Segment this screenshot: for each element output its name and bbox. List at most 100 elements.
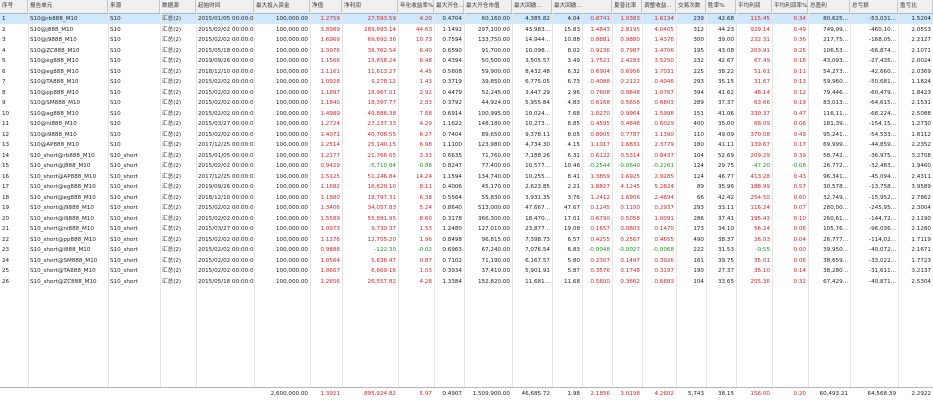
column-divider (464, 13, 465, 400)
table-row[interactable]: 7 S10@TA888_M10 S10 汇总(2) 2015/02/02 00:00:0… (0, 77, 933, 87)
table-cell: 汇总(2) (162, 89, 182, 96)
table-cell: 5,636.47 (371, 257, 396, 264)
column-header[interactable]: 最大开仓市值 (464, 0, 512, 13)
table-cell: 1.3384 (442, 278, 462, 285)
table-cell: 1.2759 (320, 16, 340, 22)
table-cell: 14 (2, 152, 10, 159)
table-cell: 286 (693, 215, 704, 222)
table-cell: 2.9285 (654, 173, 674, 180)
table-cell: 79,446... (823, 89, 848, 96)
table-cell: 3,447.29 (525, 89, 550, 96)
table-cell: 2.2352 (911, 142, 931, 148)
table-cell: S10_short@ZC888_M10 (30, 278, 97, 285)
table-cell: 91,700.00 (481, 47, 510, 54)
table-cell: 2.1071 (911, 47, 931, 54)
table-row[interactable]: 21 S10_short@ni888_M10 S10_short 汇总(2) 2015/… (0, 224, 933, 234)
table-row[interactable]: 6 S10@eg888_M10 S10 汇总(2) 2018/12/10 00:00:0… (0, 67, 933, 77)
table-row[interactable]: 10 S10@ag888_M10 S10 汇总(2) 2015/02/02 00:00:… (0, 109, 933, 119)
table-cell: 1.5204 (911, 16, 931, 22)
column-header[interactable]: 数据源 (160, 0, 196, 13)
column-header[interactable]: 年化收益率% (398, 0, 434, 13)
table-row[interactable]: 24 S10_short@SM888_M10 S10_short 汇总(2) 2015/… (0, 256, 933, 266)
table-cell: 51,246.84 (367, 173, 396, 180)
column-header[interactable]: 最大回撤... (552, 0, 612, 13)
table-cell: 2.0369 (911, 68, 931, 75)
column-header[interactable]: 总亏损 (850, 0, 898, 13)
table-row[interactable]: 4 S10@ZC888_M10 S10 汇总(2) 2015/05/18 00:00:0… (0, 46, 933, 56)
table-cell: 0.14 (793, 268, 806, 274)
column-header[interactable]: 净值 (310, 0, 342, 13)
table-cell: 10,024... (525, 110, 550, 117)
column-header[interactable]: 起始时间 (196, 0, 254, 13)
table-row[interactable]: 16 S10_short@AP888_M10 S10_short 汇总(2) 2017/… (0, 172, 933, 182)
table-cell: 0.12 (793, 89, 806, 96)
table-cell: 0.39 (793, 152, 806, 159)
column-header[interactable]: 调整收益... (642, 0, 676, 13)
column-header[interactable]: 平均利润率% (772, 0, 808, 13)
column-header[interactable]: 净利润 (342, 0, 398, 13)
table-cell: 0.32 (793, 278, 806, 285)
column-header[interactable]: 最大开仓... (434, 0, 464, 13)
table-cell: 0.5314 (620, 152, 640, 159)
table-row[interactable]: 1 S10@rb888_M10 S10 汇总(2) 2015/01/05 00:00:0… (0, 14, 933, 24)
column-header[interactable]: 夏普比率 (612, 0, 642, 13)
table-cell: 0.8741 (590, 16, 610, 22)
table-row[interactable]: 8 S10@pp888_M10 S10 汇总(2) 2015/02/02 00:00:0… (0, 88, 933, 98)
table-cell: -0.0027 (618, 247, 640, 253)
table-row[interactable]: 26 S10_short@ZC888_M10 S10_short 汇总(2) 2015/… (0, 277, 933, 287)
table-cell: -40,072... (869, 247, 896, 253)
table-cell: 18,470... (525, 215, 550, 222)
table-cell: 6.57 (567, 236, 580, 243)
table-cell: 42.67 (717, 58, 734, 64)
table-row[interactable]: 17 S10_short@eg888_M10 S10_short 汇总(2) 2019/… (0, 182, 933, 192)
column-header[interactable]: 交易次数 (676, 0, 706, 13)
table-row[interactable]: 9 S10@SM888_M10 S10 汇总(2) 2015/02/02 00:00:0… (0, 98, 933, 108)
table-row[interactable]: 14 S10_short@rb888_M10 S10_short 汇总(2) 2015/… (0, 151, 933, 161)
table-row[interactable]: 18 S10_short@eg888_M10 S10_short 汇总(2) 2018/… (0, 193, 933, 203)
table-row[interactable]: 13 S10@AP888_M10 S10 汇总(2) 2017/12/25 00:00:… (0, 140, 933, 150)
table-row[interactable]: 23 S10_short@i888_M10 S10_short 汇总(2) 2015/0… (0, 245, 933, 255)
column-header[interactable]: 报告单元 (28, 0, 108, 13)
table-cell: S10 (110, 68, 121, 75)
table-cell: 44,924.00 (481, 100, 510, 106)
table-cell: 11 (2, 121, 10, 127)
table-cell: 104 (693, 278, 704, 285)
table-row[interactable]: 2 S10@j888_M10 S10 汇总(2) 2015/02/02 00:00:00… (0, 25, 933, 35)
table-cell: 2.0553 (911, 26, 931, 33)
table-row[interactable]: 12 S10@i9888_M10 S10 汇总(2) 2015/02/02 00:00:… (0, 130, 933, 140)
table-row[interactable]: 25 S10_short@TA888_M10 S10_short 汇总(2) 2015/… (0, 266, 933, 276)
table-row[interactable]: 15 S10_short@j888_M10 S10_short 汇总(2) 2015/0… (0, 161, 933, 171)
table-cell: 100,000.00 (275, 58, 308, 64)
table-cell: 0.2937 (654, 205, 674, 211)
table-cell: 0.3197 (654, 268, 674, 274)
table-cell: 汇总(2) (162, 58, 182, 64)
table-row[interactable]: 3 S10@j9888_M10 S10 汇总(2) 2015/02/02 00:00:0… (0, 35, 933, 45)
column-header[interactable]: 来源 (108, 0, 160, 13)
column-header[interactable]: 序号 (0, 0, 28, 13)
table-row[interactable]: 5 S10@eg888_M10 S10 汇总(2) 2019/09/26 00:00:0… (0, 56, 933, 66)
column-header[interactable]: 最大投入资金 (254, 0, 310, 13)
table-cell: S10_short@j9888_M10 (30, 205, 94, 211)
table-cell: 4.45 (419, 68, 432, 75)
column-header[interactable]: 总盈利 (808, 0, 850, 13)
column-header[interactable]: 最大回撤... (512, 0, 552, 13)
column-header[interactable]: 平均利润 (736, 0, 772, 13)
table-cell: 0.6963 (442, 247, 462, 253)
table-cell: 44.23 (717, 26, 734, 33)
column-header[interactable]: 胜率% (706, 0, 736, 13)
table-cell: 293 (693, 205, 704, 211)
table-row[interactable]: 20 S10_short@i9888_M10 S10_short 汇总(2) 2015/… (0, 214, 933, 224)
table-cell: 2015/02/02 00:00:00 (198, 215, 254, 222)
table-row[interactable]: 22 S10_short@pp888_M10 S10_short 汇总(2) 2015/… (0, 235, 933, 245)
table-cell: 2.4283 (620, 58, 640, 64)
table-cell: 1.6925 (620, 173, 640, 180)
table-cell: 7.68 (567, 110, 580, 117)
table-cell: 12,755.20 (367, 236, 396, 243)
table-cell: 929.14 (750, 26, 770, 33)
table-cell: 17.01 (563, 215, 580, 222)
table-row[interactable]: 11 S10@ni888_M10 S10 汇总(2) 2015/03/27 00:00:… (0, 119, 933, 129)
table-cell: 1.43 (419, 79, 432, 85)
table-row[interactable]: 19 S10_short@j9888_M10 S10_short 汇总(2) 2015/… (0, 203, 933, 213)
table-cell: 14,944... (525, 37, 550, 43)
column-header[interactable]: 盈亏比 (898, 0, 933, 13)
